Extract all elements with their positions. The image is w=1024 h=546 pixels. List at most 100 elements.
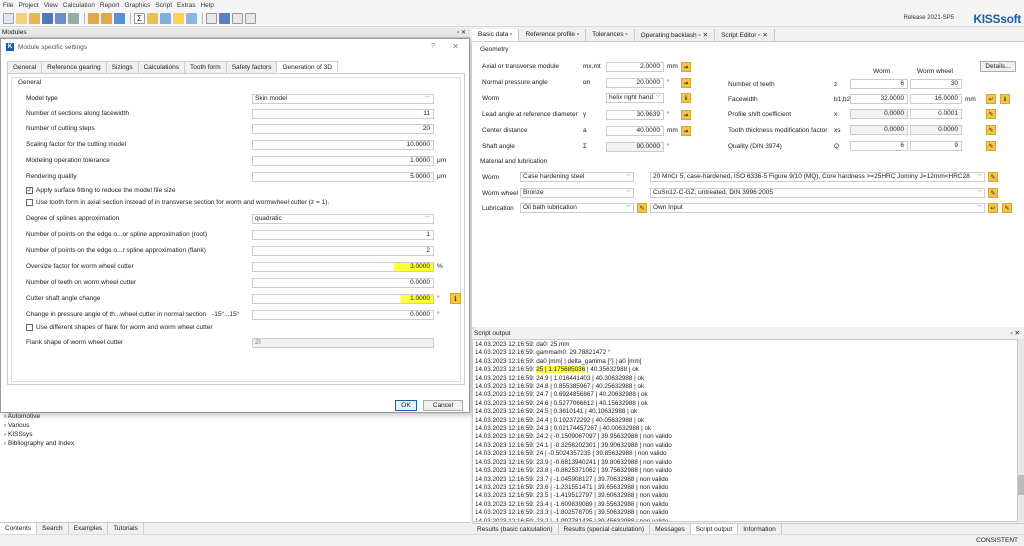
menu-item-file[interactable]: File	[3, 2, 13, 9]
sizing-arrow-icon[interactable]: ↵	[986, 94, 996, 104]
save-icon[interactable]	[42, 12, 53, 24]
sizing-arrow-icon[interactable]: ➔	[681, 110, 691, 120]
quality-worm-input[interactable]: 6	[850, 141, 908, 151]
scaling-input[interactable]: 10.0000	[252, 140, 434, 150]
points-flank-input[interactable]: 2	[252, 246, 434, 256]
tree-item-bibliography[interactable]: › Bibliography and Index	[4, 440, 74, 447]
pin-close-icon[interactable]: ▫ ✕	[1010, 329, 1020, 339]
tolerance-icon[interactable]	[206, 12, 217, 24]
save-as-icon[interactable]	[55, 12, 66, 24]
help-icon[interactable]: ?	[431, 43, 435, 50]
teeth-wheel-input[interactable]: 30	[910, 79, 962, 89]
new-file-icon[interactable]	[3, 12, 14, 24]
properties-icon[interactable]	[114, 12, 125, 24]
close-icon[interactable]: ✕	[452, 42, 459, 51]
lead-angle-input[interactable]: 30.9639	[606, 110, 664, 120]
calculate-icon[interactable]: Σ	[134, 12, 145, 24]
tab-contents[interactable]: Contents	[0, 523, 38, 534]
flank-shapes-checkbox[interactable]: Use different shapes of flank for worm a…	[26, 324, 213, 331]
shaft-angle-input[interactable]: 1.0000	[252, 294, 434, 304]
tab-sizings[interactable]: Sizings	[105, 61, 139, 73]
tab-basic-data[interactable]: Basic data ▫	[472, 29, 520, 41]
pressure-change-input[interactable]: 0.0000	[252, 310, 434, 320]
sizing-arrow-icon[interactable]: ✎	[986, 125, 996, 135]
grid-icon[interactable]	[245, 12, 256, 24]
menu-item-graphics[interactable]: Graphics	[124, 2, 150, 9]
tab-generation-3d[interactable]: Generation of 3D	[276, 61, 338, 73]
dimension-icon[interactable]	[219, 12, 230, 24]
sizing-arrow-icon[interactable]: ➔	[681, 126, 691, 136]
center-distance-input[interactable]: 40.0000	[606, 126, 664, 136]
tab-results-special[interactable]: Results (special calculation)	[558, 524, 651, 534]
sizing-icon[interactable]	[173, 12, 184, 24]
edit-lubricant-icon[interactable]: ✎	[1002, 203, 1012, 213]
profile-shift-wheel-input[interactable]: 0.0001	[910, 109, 962, 119]
report-icon[interactable]	[147, 12, 158, 24]
script-output-log[interactable]: 14.03.2023 12:16:59: da0: 25 mm 14.03.202…	[472, 339, 1018, 522]
pin-close-icon[interactable]: ▫ ✕	[457, 28, 466, 38]
tab-calculations[interactable]: Calculations	[137, 61, 185, 73]
degree-select[interactable]: quadratic ﹀	[252, 214, 434, 224]
tab-script-output[interactable]: Script output	[690, 524, 739, 534]
worm-material-spec-select[interactable]: 20 MnCr 5, case-hardened, ISO 6336-5 Fig…	[650, 172, 985, 182]
menu-item-calculation[interactable]: Calculation	[63, 2, 95, 9]
edit-material-icon[interactable]: ✎	[988, 172, 998, 182]
menu-item-script[interactable]: Script	[155, 2, 172, 9]
graphics-icon[interactable]	[160, 12, 171, 24]
menu-item-help[interactable]: Help	[200, 2, 213, 9]
sizing-arrow-icon[interactable]: ✎	[986, 109, 996, 119]
points-root-input[interactable]: 1	[252, 230, 434, 240]
flank-shape-select[interactable]: ZI	[252, 338, 434, 348]
menu-item-report[interactable]: Report	[100, 2, 120, 9]
tab-tolerances[interactable]: Tolerances ▫	[586, 29, 635, 41]
lubrication-spec-select[interactable]: Own Input ﹀	[650, 203, 985, 213]
redo-icon[interactable]	[101, 12, 112, 24]
surface-fitting-checkbox[interactable]: ✓ Apply surface fitting to reduce the mod…	[26, 187, 175, 194]
teeth-worm-input[interactable]: 6	[850, 79, 908, 89]
sizing-arrow-icon[interactable]: ➔	[681, 62, 691, 72]
table-icon[interactable]	[232, 12, 243, 24]
info-icon[interactable]: ℹ	[681, 93, 691, 103]
open-folder-icon[interactable]	[16, 12, 27, 24]
scrollbar-thumb[interactable]	[1018, 475, 1024, 495]
wheel-material-select[interactable]: Bronze ﹀	[520, 188, 634, 198]
worm-material-select[interactable]: Case hardening steel ﹀	[520, 172, 634, 182]
sizing-arrow-icon[interactable]: ✎	[986, 141, 996, 151]
teeth-cutter-input[interactable]: 0.0000	[252, 278, 434, 288]
tab-results-basic[interactable]: Results (basic calculation)	[472, 524, 559, 534]
tab-examples[interactable]: Examples	[68, 523, 109, 534]
edit-lubricant-icon[interactable]: ↵	[988, 203, 998, 213]
sections-input[interactable]: 11	[252, 109, 434, 119]
tree-item-kisssys[interactable]: › KISSsys	[4, 431, 33, 438]
wheel-material-spec-select[interactable]: CuSn12-C-GZ, untreated, DIN 3996:2005 ﹀	[650, 188, 985, 198]
module-input[interactable]: 2.0000	[606, 62, 664, 72]
tab-operating-backlash[interactable]: Operating backlash ▫ ✕	[635, 29, 716, 41]
oversize-input[interactable]: 3.0000	[252, 262, 434, 272]
worm-hand-select[interactable]: helix right hand ﹀	[606, 93, 664, 103]
tab-messages[interactable]: Messages	[650, 524, 691, 534]
facewidth-worm-input[interactable]: 32.0000	[850, 94, 908, 104]
menu-item-view[interactable]: View	[44, 2, 58, 9]
settings-icon[interactable]	[186, 12, 197, 24]
info-icon[interactable]: ℹ	[1000, 94, 1010, 104]
ok-button[interactable]: OK	[395, 400, 417, 411]
undo-icon[interactable]	[88, 12, 99, 24]
tree-item-automotive[interactable]: › Automotive	[4, 413, 40, 420]
edit-material-icon[interactable]: ✎	[988, 188, 998, 198]
info-icon[interactable]: ℹ	[450, 293, 461, 304]
tolerance-input[interactable]: 1.0000	[252, 156, 434, 166]
profile-shift-worm-input[interactable]: 0.0000	[850, 109, 908, 119]
tab-general[interactable]: General	[7, 61, 43, 73]
pressure-angle-input[interactable]: 20.0000	[606, 78, 664, 88]
tab-tutorials[interactable]: Tutorials	[108, 523, 144, 534]
open-examples-icon[interactable]	[29, 12, 40, 24]
model-type-select[interactable]: Skin model ﹀	[252, 94, 434, 104]
menu-item-project[interactable]: Project	[18, 2, 38, 9]
lubrication-select[interactable]: Oil bath lubrication ﹀	[520, 203, 634, 213]
tab-tooth-form[interactable]: Tooth form	[184, 61, 227, 73]
axial-section-checkbox[interactable]: Use tooth form in axial section instead …	[26, 199, 329, 206]
tab-search[interactable]: Search	[37, 523, 69, 534]
sizing-arrow-icon[interactable]: ➔	[681, 78, 691, 88]
thickness-worm-input[interactable]: 0.0000	[850, 125, 908, 135]
tab-script-editor[interactable]: Script Editor ▫ ✕	[715, 29, 775, 41]
